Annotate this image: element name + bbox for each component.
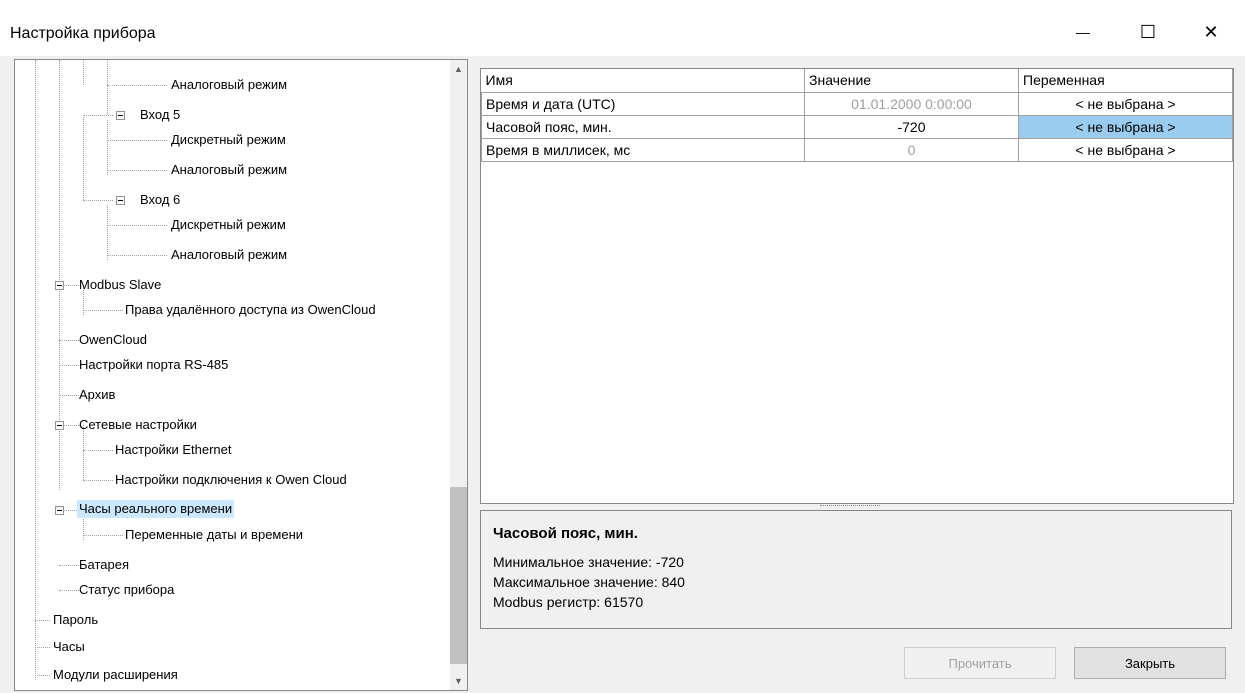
description-title: Часовой пояс, мин. bbox=[493, 525, 638, 542]
param-name[interactable]: Время в миллисек, мс bbox=[481, 137, 805, 162]
param-name[interactable]: Время и дата (UTC) bbox=[481, 91, 805, 116]
tree-item[interactable]: Архив bbox=[79, 386, 115, 404]
tree-item[interactable]: Вход 5 bbox=[140, 106, 180, 124]
tree-item[interactable]: Настройки подключения к Owen Cloud bbox=[115, 471, 347, 489]
parameters-grid: Имя Значение Переменная Время и дата (UT… bbox=[480, 68, 1234, 504]
collapse-icon[interactable] bbox=[116, 111, 125, 120]
tree-item[interactable]: Modbus Slave bbox=[79, 276, 161, 294]
tree-item[interactable]: Дискретный режим bbox=[171, 216, 286, 234]
collapse-icon[interactable] bbox=[55, 506, 64, 515]
scroll-down-icon[interactable]: ▼ bbox=[450, 672, 467, 689]
maximize-button[interactable]: ☐ bbox=[1125, 14, 1171, 50]
grid-header-row: Имя Значение Переменная bbox=[481, 69, 1233, 93]
tree-item[interactable]: Права удалённого доступа из OwenCloud bbox=[125, 301, 376, 319]
scroll-up-icon[interactable]: ▲ bbox=[450, 60, 467, 77]
title-bar: Настройка прибора — ☐ ✕ bbox=[0, 0, 1245, 56]
tree-item[interactable]: Переменные даты и времени bbox=[125, 526, 303, 544]
table-row[interactable]: Время и дата (UTC) 01.01.2000 0:00:00 < … bbox=[481, 91, 1233, 116]
description-max: Максимальное значение: 840 bbox=[493, 574, 685, 590]
tree-item[interactable]: Модули расширения bbox=[53, 666, 178, 684]
close-icon: ✕ bbox=[1203, 21, 1219, 42]
minimize-icon: — bbox=[1076, 24, 1090, 40]
tree-item[interactable]: OwenCloud bbox=[79, 331, 147, 349]
description-panel: Часовой пояс, мин. Минимальное значение:… bbox=[480, 510, 1232, 629]
maximize-icon: ☐ bbox=[1139, 21, 1157, 42]
param-value: 0 bbox=[804, 137, 1019, 162]
settings-tree[interactable]: Аналоговый режим Вход 5 Дискретный режим… bbox=[14, 59, 468, 691]
column-header-value[interactable]: Значение bbox=[804, 69, 1019, 93]
param-variable[interactable]: < не выбрана > bbox=[1018, 91, 1233, 116]
param-value: 01.01.2000 0:00:00 bbox=[804, 91, 1019, 116]
minimize-button[interactable]: — bbox=[1060, 14, 1106, 50]
read-button[interactable]: Прочитать bbox=[904, 647, 1056, 679]
tree-item[interactable]: Сетевые настройки bbox=[79, 416, 197, 434]
collapse-icon[interactable] bbox=[116, 196, 125, 205]
tree-item[interactable]: Аналоговый режим bbox=[171, 76, 287, 94]
column-header-name[interactable]: Имя bbox=[481, 69, 805, 93]
param-variable[interactable]: < не выбрана > bbox=[1018, 114, 1233, 139]
tree-item[interactable]: Вход 6 bbox=[140, 191, 180, 209]
tree-item[interactable]: Аналоговый режим bbox=[171, 161, 287, 179]
tree-item[interactable]: Батарея bbox=[79, 556, 129, 574]
scrollbar-thumb[interactable] bbox=[450, 487, 467, 664]
param-value[interactable]: -720 bbox=[804, 114, 1019, 139]
table-row[interactable]: Часовой пояс, мин. -720 < не выбрана > bbox=[481, 114, 1233, 139]
tree-item[interactable]: Аналоговый режим bbox=[171, 246, 287, 264]
close-dialog-button[interactable]: Закрыть bbox=[1074, 647, 1226, 679]
column-header-variable[interactable]: Переменная bbox=[1018, 69, 1233, 93]
window-title: Настройка прибора bbox=[10, 25, 156, 42]
close-button[interactable]: ✕ bbox=[1188, 14, 1234, 50]
table-row[interactable]: Время в миллисек, мс 0 < не выбрана > bbox=[481, 137, 1233, 162]
collapse-icon[interactable] bbox=[55, 281, 64, 290]
tree-item[interactable]: Пароль bbox=[53, 611, 98, 629]
tree-item[interactable]: Настройки Ethernet bbox=[115, 441, 232, 459]
param-name[interactable]: Часовой пояс, мин. bbox=[481, 114, 805, 139]
description-min: Минимальное значение: -720 bbox=[493, 554, 684, 570]
tree-item[interactable]: Статус прибора bbox=[79, 581, 174, 599]
collapse-icon[interactable] bbox=[55, 421, 64, 430]
tree-item[interactable]: Настройки порта RS-485 bbox=[79, 356, 228, 374]
param-variable[interactable]: < не выбрана > bbox=[1018, 137, 1233, 162]
tree-item[interactable]: Дискретный режим bbox=[171, 131, 286, 149]
tree-item[interactable]: Часы bbox=[53, 638, 85, 656]
tree-item-selected[interactable]: Часы реального времени bbox=[77, 500, 235, 518]
panel-splitter[interactable] bbox=[467, 340, 471, 396]
tree-scrollbar[interactable]: ▲ ▼ bbox=[450, 60, 467, 690]
description-register: Modbus регистр: 61570 bbox=[493, 594, 644, 610]
